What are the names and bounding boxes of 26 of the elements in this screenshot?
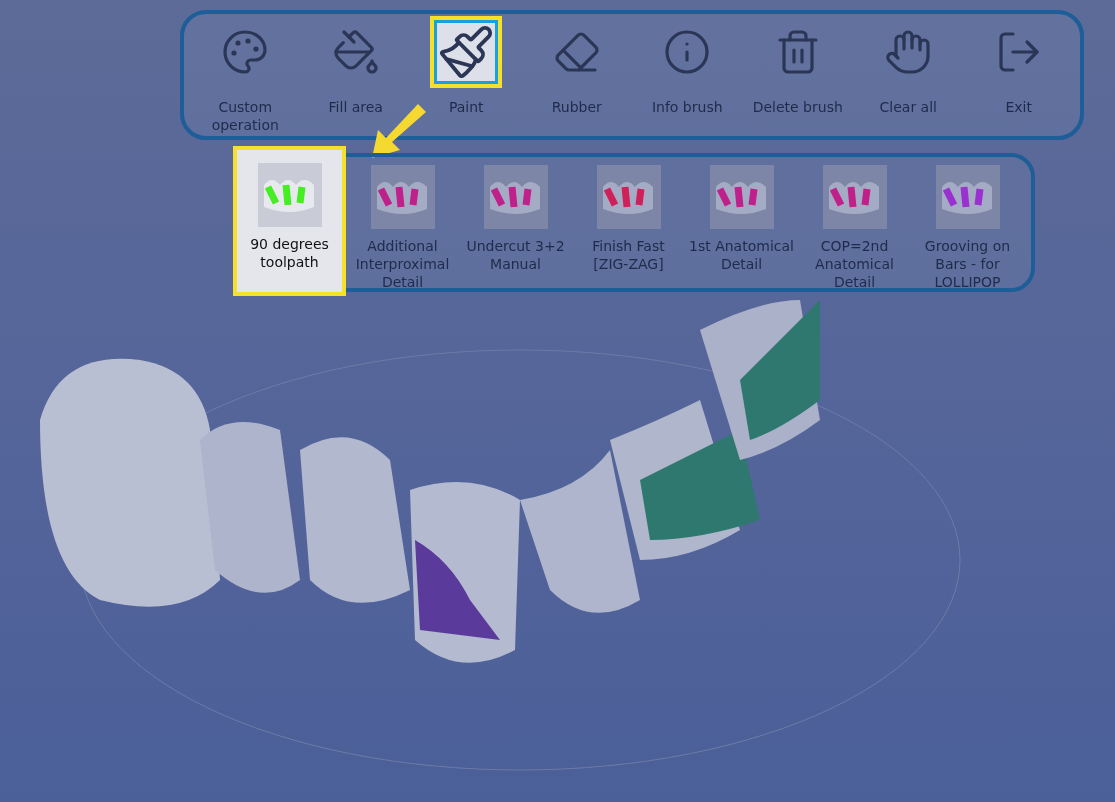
teeth-thumbnail — [822, 165, 887, 229]
tool-button[interactable]: Custom operation — [190, 16, 301, 134]
tool-button[interactable]: Rubber — [521, 16, 632, 134]
brush-preset[interactable]: Finish Fast [ZIG-ZAG] — [572, 159, 685, 289]
brush-preset[interactable]: Undercut 3+2 Manual — [459, 159, 572, 289]
teeth-thumbnail — [370, 165, 435, 229]
info-icon — [663, 28, 712, 76]
brush-preset[interactable]: COP=2nd Anatomical Detail — [798, 159, 911, 289]
teeth-thumbnail — [483, 165, 548, 229]
paint-bucket-icon — [331, 28, 380, 76]
tool-button[interactable]: Fill area — [300, 16, 411, 134]
tool-button[interactable]: Info brush — [632, 16, 743, 134]
hand-icon — [884, 28, 933, 76]
palette-icon — [221, 28, 270, 76]
teeth-thumbnail — [935, 165, 1000, 229]
brush-preset[interactable]: Additional Interproximal Detail — [346, 159, 459, 289]
tool-button[interactable]: Paint — [411, 16, 522, 134]
tool-button[interactable]: Delete brush — [742, 16, 853, 134]
brush-preset[interactable]: 1st Anatomical Detail — [685, 159, 798, 289]
tool-button[interactable]: Clear all — [853, 16, 964, 134]
brush-preset[interactable]: Grooving on Bars - for LOLLIPOP — [911, 159, 1024, 289]
tool-button[interactable]: Exit — [963, 16, 1074, 134]
teeth-thumbnail — [596, 165, 661, 229]
brush-preset[interactable]: 90 degrees toolpath — [233, 146, 346, 296]
teeth-thumbnail — [257, 163, 322, 227]
teeth-thumbnail — [709, 165, 774, 229]
